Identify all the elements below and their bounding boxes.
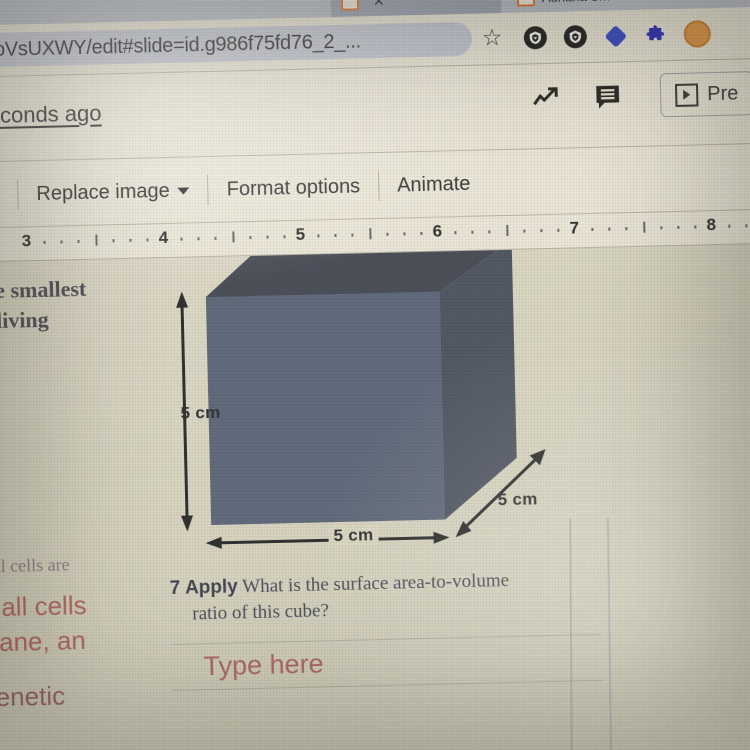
ruler-number: 5 <box>295 224 306 244</box>
url-text: mhaoVsUXWY/edit#slide=id.g986f75fd76_2_.… <box>0 29 362 62</box>
browser-tab-title: Adriana Sm <box>542 0 610 5</box>
ruler-tick <box>557 228 560 232</box>
ruler-tick <box>368 228 372 240</box>
ruler-tick <box>591 227 594 231</box>
slides-icon <box>516 0 536 7</box>
screen-photo: ✕ Adriana Sm mhaoVsUXWY/edit#slide=id.g9… <box>0 0 750 750</box>
explore-trending-icon[interactable] <box>531 82 564 115</box>
ruler-tick <box>728 224 731 228</box>
ruler-tick <box>197 237 200 241</box>
last-edit-link[interactable]: was seconds ago <box>0 100 102 130</box>
ruler-tick <box>94 234 98 246</box>
play-icon <box>674 82 699 107</box>
ruler-tick <box>488 230 491 234</box>
animate-label: Animate <box>396 172 471 197</box>
shield-extension-icon[interactable] <box>563 25 588 49</box>
chevron-down-icon <box>177 186 190 195</box>
question-7-verb: Apply <box>184 576 239 599</box>
toolbar-separator <box>17 179 19 210</box>
workbook-page-image[interactable]: the smallest ll living t all cells are y… <box>0 243 750 750</box>
toolbar-separator <box>377 170 380 201</box>
slide-canvas[interactable]: the smallest ll living t all cells are y… <box>0 243 750 750</box>
ruler-tick <box>694 225 697 229</box>
toolbar-separator <box>207 174 210 205</box>
cube-depth-label: 5 cm <box>497 489 538 510</box>
ruler-tick <box>471 230 474 234</box>
ruler-tick <box>505 224 509 236</box>
ruler-tick <box>677 225 680 229</box>
ruler-tick <box>112 239 115 243</box>
ruler-tick <box>625 227 628 231</box>
ruler-tick <box>745 224 748 228</box>
slides-icon <box>340 0 360 11</box>
ruler-tick <box>146 238 149 242</box>
ruler-tick <box>420 231 423 236</box>
header-actions <box>531 80 624 114</box>
ruler-tick <box>283 235 286 239</box>
cube-height-label: 5 cm <box>180 402 221 423</box>
cube-right-face <box>439 248 517 520</box>
puzzle-extensions-icon[interactable] <box>644 23 668 47</box>
bookmark-star-icon[interactable]: ☆ <box>482 24 503 50</box>
type-here-textbox[interactable]: Type here <box>203 648 324 682</box>
address-bar[interactable]: mhaoVsUXWY/edit#slide=id.g986f75fd76_2_.… <box>0 21 473 69</box>
extensions-tray <box>523 20 712 51</box>
ruler-tick <box>608 227 611 231</box>
cube-width-label: 5 cm <box>328 525 379 547</box>
ruler-tick <box>334 233 337 238</box>
shield-extension-icon[interactable] <box>523 25 548 50</box>
format-options-button[interactable]: Format options <box>226 175 360 201</box>
answer-rule <box>172 679 603 691</box>
replace-image-label: Replace image <box>36 179 171 205</box>
ruler-number: 4 <box>158 227 169 248</box>
answer-rule <box>171 633 601 645</box>
animate-button[interactable]: Animate <box>397 172 471 197</box>
replace-image-button[interactable]: Replace image <box>36 179 190 206</box>
laptop-screen: ✕ Adriana Sm mhaoVsUXWY/edit#slide=id.g9… <box>0 0 750 750</box>
ruler-tick <box>60 240 63 244</box>
ruler-tick <box>642 221 645 233</box>
question-7-number: 7 <box>169 577 181 600</box>
ruler-tick <box>522 229 526 233</box>
ruler-tick <box>214 236 217 240</box>
ruler-tick <box>43 240 46 244</box>
bleed-text: genetic <box>0 680 66 713</box>
ruler-number: 6 <box>432 221 443 241</box>
ruler-tick <box>231 231 235 243</box>
cube-front-face <box>205 291 446 526</box>
ruler-number: 8 <box>706 215 717 235</box>
ruler-tick <box>659 226 663 230</box>
question-7-text: What is the surface area-to-volume <box>241 570 510 598</box>
bleed-text: the smallest <box>0 275 87 304</box>
profile-avatar-icon[interactable] <box>683 20 712 48</box>
close-icon[interactable]: ✕ <box>373 0 385 9</box>
ruler-tick <box>266 235 269 239</box>
present-button-label: Pre <box>706 81 739 105</box>
ruler-tick <box>351 233 354 237</box>
ruler-tick <box>249 235 252 240</box>
ruler-tick <box>317 234 320 238</box>
bleed-text: t all cells are <box>0 554 70 577</box>
present-button[interactable]: Pre <box>659 71 750 118</box>
ruler-tick <box>129 238 132 242</box>
ruler-tick <box>180 237 183 241</box>
cube-diagram: 5 cm 5 cm 5 cm <box>167 248 574 558</box>
comment-icon[interactable] <box>591 80 624 113</box>
format-options-label: Format options <box>226 174 361 201</box>
reset-image-icon[interactable] <box>0 176 6 215</box>
question-7: 7 Apply What is the surface area-to-volu… <box>169 566 600 627</box>
ruler-tick <box>77 240 80 244</box>
bleed-text: ll living <box>0 306 49 334</box>
ruler-number: 7 <box>569 218 580 238</box>
ruler-tick <box>403 232 406 236</box>
bleed-text: brane, an <box>0 625 87 658</box>
bleed-text: y all cells <box>0 589 87 622</box>
ruler-number: 3 <box>21 231 32 251</box>
ruler-tick <box>454 231 457 235</box>
answer-area-question-7[interactable]: Type here <box>171 628 603 728</box>
cube-shape <box>176 248 546 549</box>
ruler-tick <box>540 229 543 233</box>
ruler-tick <box>386 232 389 236</box>
blue-diamond-extension-icon[interactable] <box>604 24 628 48</box>
